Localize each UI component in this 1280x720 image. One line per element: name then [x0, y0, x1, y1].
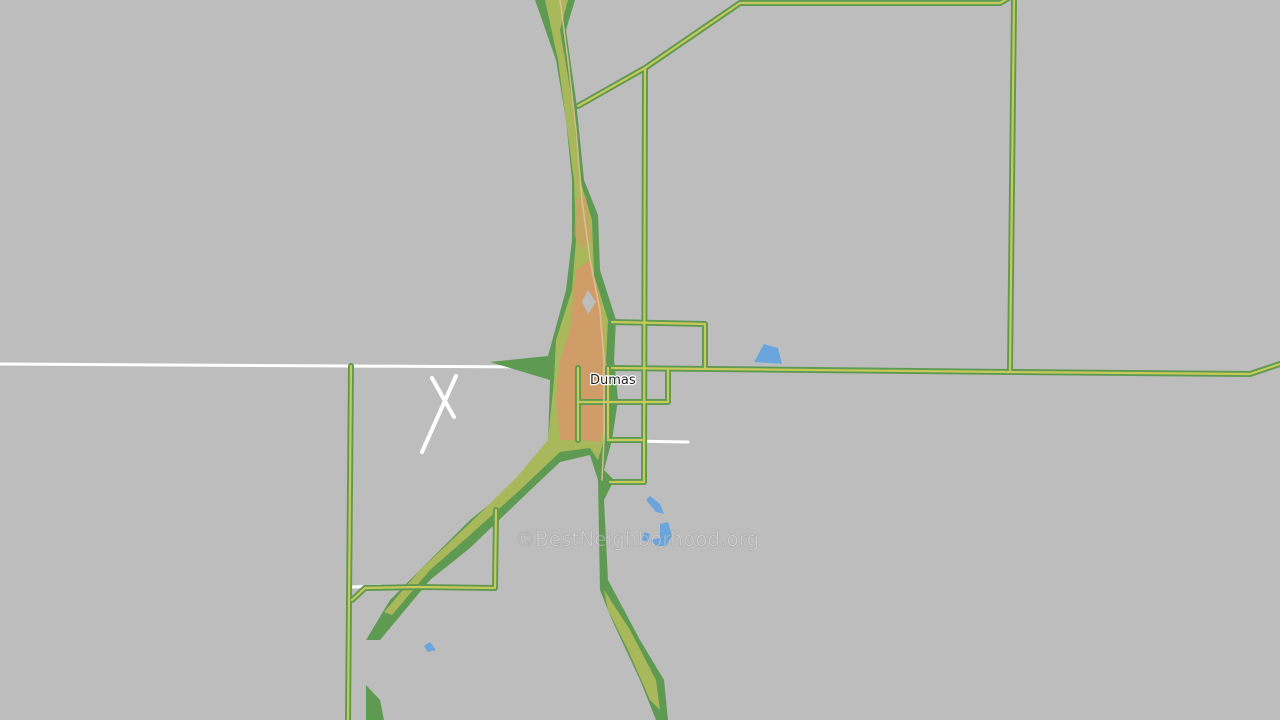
water-lake-east: [754, 344, 782, 364]
population-density-areas: [366, 0, 668, 720]
road-network: [345, 0, 1280, 720]
density-area-low-2: [366, 685, 384, 720]
density-area-low: [366, 0, 668, 720]
map-view[interactable]: Dumas ©BestNeighborhood.org: [0, 0, 1280, 720]
map-canvas[interactable]: Dumas ©BestNeighborhood.org: [0, 0, 1280, 720]
water-pond-southwest: [424, 642, 436, 652]
watermark-text: ©BestNeighborhood.org: [515, 527, 759, 551]
rail-line-west: [0, 362, 522, 369]
city-label-dumas[interactable]: Dumas: [589, 372, 637, 390]
water-pond-south-1: [646, 496, 664, 514]
density-area-mid-south: [604, 590, 660, 710]
